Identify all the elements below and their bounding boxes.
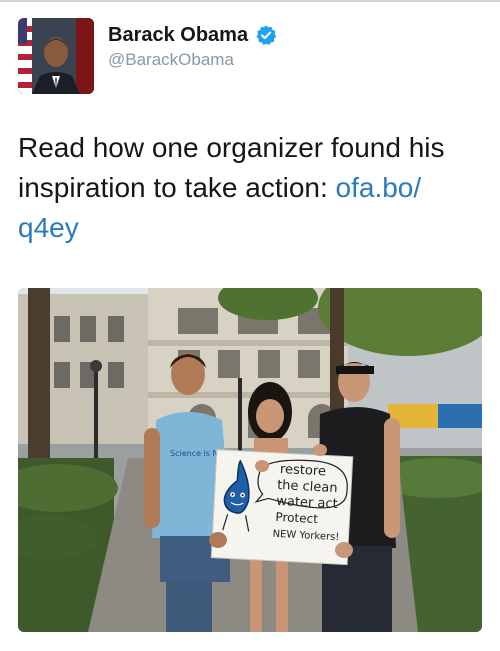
sign-line-3: water act [276,494,338,512]
tweet-photo[interactable]: Science is NOT restore the clean water a… [18,288,482,632]
sign-line-1: restore [280,462,327,479]
top-divider [0,0,500,2]
sign-line-4: Protect [275,510,318,526]
tweet-link-part1[interactable]: ofa.bo/ [336,172,422,203]
avatar[interactable] [18,18,94,94]
verified-badge-icon [256,25,277,45]
author-display-name[interactable]: Barack Obama [108,24,248,47]
tweet-link-part2[interactable]: q4ey [18,212,79,243]
tweet-text: Read how one organizer found his inspira… [18,128,486,248]
sign-line-2: the clean [277,478,338,496]
author-name-row[interactable]: Barack Obama [108,22,277,48]
author-handle[interactable]: @BarackObama [108,50,234,70]
